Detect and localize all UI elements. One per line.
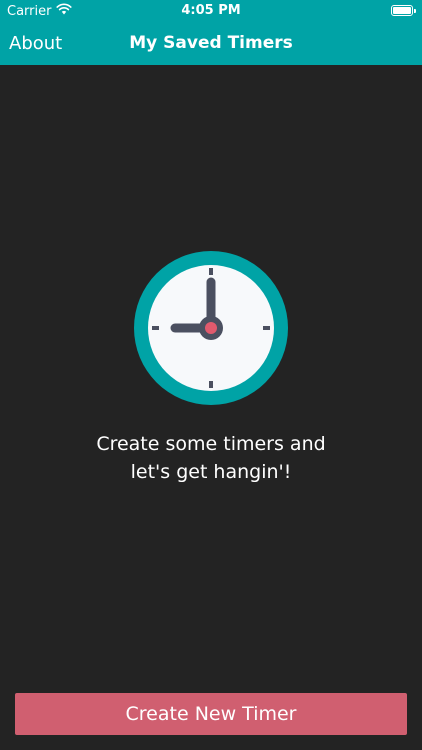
create-new-timer-button[interactable]: Create New Timer <box>15 693 407 735</box>
header: Carrier 4:05 PM About My Saved Timers <box>0 0 422 65</box>
battery-level <box>393 7 411 14</box>
battery-nub <box>414 9 416 13</box>
app-screen: Carrier 4:05 PM About My Saved Timers Cr… <box>0 0 422 750</box>
clock-icon <box>134 251 288 405</box>
empty-state-line-2: let's get hangin'! <box>130 461 292 483</box>
empty-state-message: Create some timers and let's get hangin'… <box>0 430 422 486</box>
status-bar: Carrier 4:05 PM <box>0 0 422 22</box>
status-time: 4:05 PM <box>181 3 241 18</box>
page-title: My Saved Timers <box>129 33 293 53</box>
navigation-bar: About My Saved Timers <box>0 22 422 65</box>
empty-state-line-1: Create some timers and <box>96 433 326 455</box>
battery-icon <box>391 5 416 16</box>
